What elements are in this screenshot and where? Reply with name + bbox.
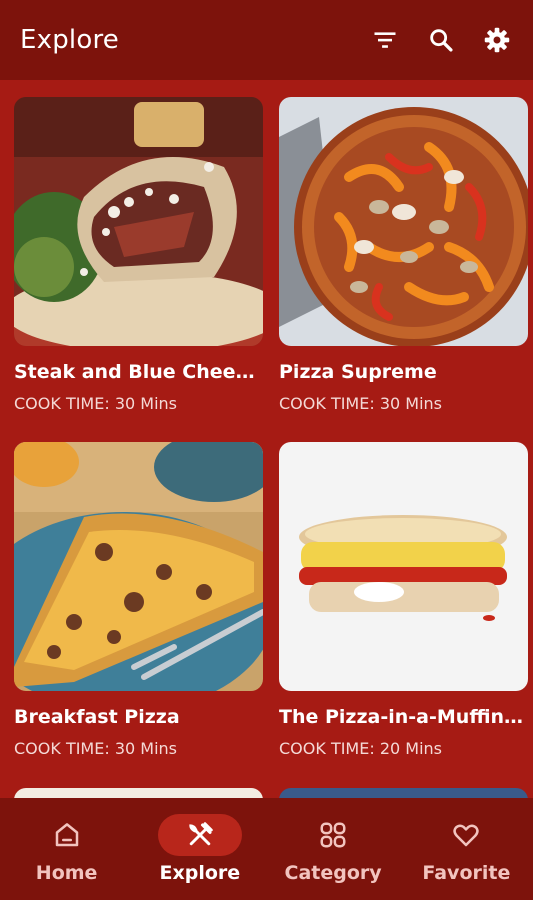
recipe-image-pizza-muffin [279,442,528,691]
recipe-image-pizza-supreme [279,97,528,346]
recipe-cook-time: COOK TIME: 30 Mins [14,739,177,758]
heart-icon [453,824,480,847]
nav-icon-container [424,814,508,856]
search-button[interactable] [423,22,459,58]
filter-button[interactable] [367,22,403,58]
filter-icon [374,32,396,48]
recipe-card[interactable]: Pizza Supreme COOK TIME: 30 Mins [279,97,528,442]
recipe-title: Breakfast Pizza [14,706,180,728]
nav-item-category[interactable]: Category [268,814,398,884]
recipe-card[interactable]: Breakfast Pizza COOK TIME: 30 Mins [14,442,263,787]
app-bar-actions [367,22,515,58]
recipe-card[interactable]: Steak and Blue Chees... COOK TIME: 30 Mi… [14,97,263,442]
settings-icon [484,27,510,53]
recipe-title: Pizza Supreme [279,361,437,383]
nav-label: Favorite [422,862,511,884]
fork-knife-icon [189,822,213,846]
home-icon [55,823,78,847]
nav-item-explore[interactable]: Explore [135,814,265,884]
recipe-grid: Steak and Blue Chees... COOK TIME: 30 Mi… [14,97,528,787]
nav-icon-container [291,814,375,856]
recipe-title: Steak and Blue Chees... [14,361,263,383]
nav-item-favorite[interactable]: Favorite [401,814,531,884]
nav-label: Explore [159,862,241,884]
search-icon [430,29,453,52]
grid-icon [320,822,346,848]
bottom-navigation: Home Explore Category Favorite [0,798,533,900]
page-title: Explore [20,25,119,55]
recipe-cook-time: COOK TIME: 20 Mins [279,739,442,758]
app-root: Explore Steak and Blue Chees... COOK TIM… [0,0,533,900]
recipe-image-steak-sandwich [14,97,263,346]
recipe-cook-time: COOK TIME: 30 Mins [14,394,177,413]
settings-button[interactable] [479,22,515,58]
nav-label: Home [35,862,98,884]
app-bar: Explore [0,0,533,80]
recipe-image-breakfast-pizza [14,442,263,691]
nav-icon-container [25,814,109,856]
nav-item-home[interactable]: Home [2,814,132,884]
recipe-cook-time: COOK TIME: 30 Mins [279,394,442,413]
nav-label: Category [284,862,382,884]
recipe-title: The Pizza-in-a-Muffin ... [279,706,528,728]
recipe-card[interactable]: The Pizza-in-a-Muffin ... COOK TIME: 20 … [279,442,528,787]
nav-icon-container-active [157,814,242,856]
